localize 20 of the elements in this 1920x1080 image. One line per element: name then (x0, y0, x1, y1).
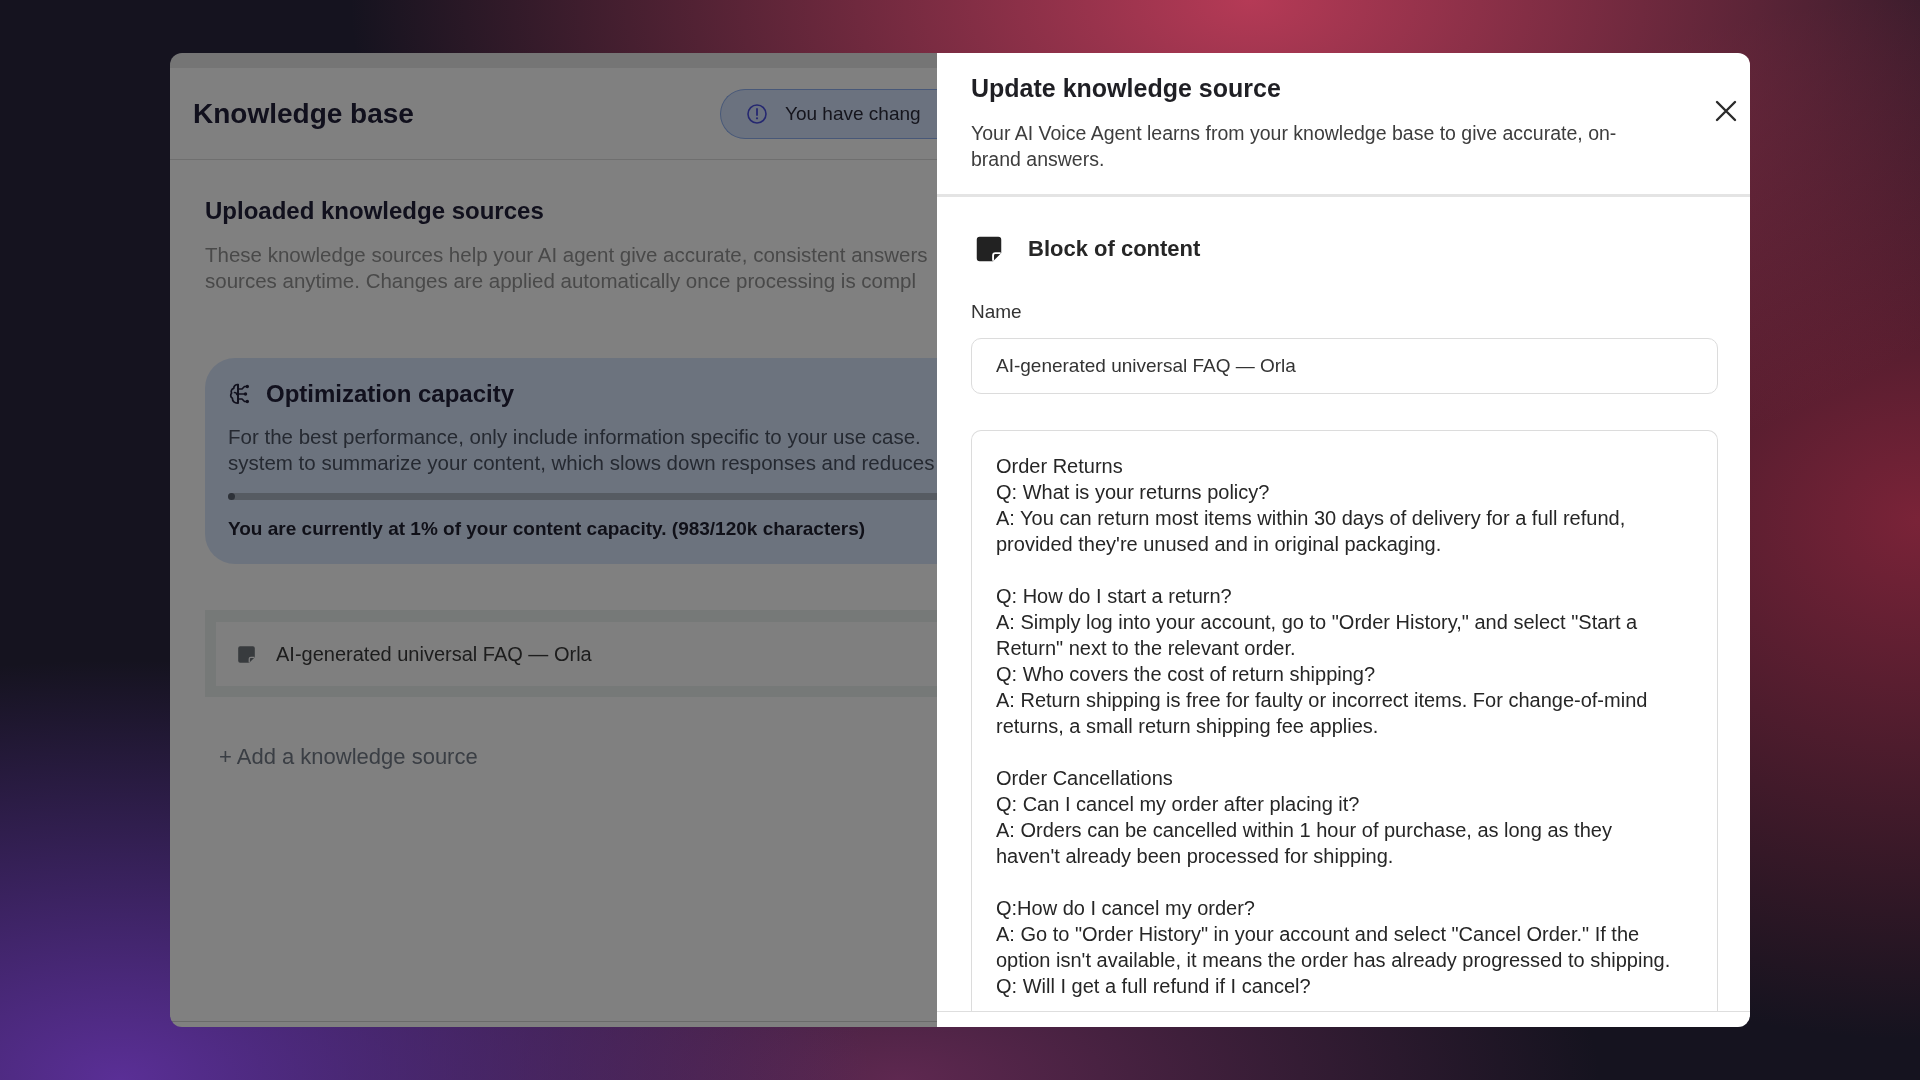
alert-icon (747, 103, 767, 124)
panel-title: Update knowledge source (971, 73, 1281, 103)
panel-description: Your AI Voice Agent learns from your knowledge base to give accurate, on-brand answers. (971, 121, 1618, 172)
notice-text: You have chang (785, 102, 921, 125)
source-type-label: Block of content (1028, 236, 1201, 262)
card-description: For the best performance, only include information specific to your use case. system to summarize your content, which slows down responses and reduces (228, 424, 935, 476)
capacity-status: You are currently at 1% of your content capacity. (983/120k characters) (228, 517, 866, 541)
name-input[interactable]: AI-generated universal FAQ — Orla (971, 338, 1718, 394)
note-icon (975, 235, 1003, 263)
source-name: AI-generated universal FAQ — Orla (276, 642, 592, 666)
name-label: Name (971, 300, 1022, 324)
page-title: Knowledge base (193, 97, 414, 130)
note-icon (237, 644, 256, 664)
close-button[interactable] (1713, 98, 1739, 124)
brain-icon (228, 382, 250, 406)
card-title: Optimization capacity (266, 379, 515, 409)
content-textarea[interactable]: Order Returns Q: What is your returns policy? A: You can return most items within 30 days of delivery for a full refund, provided they're unused and in original packaging. Q: How do I start a return? A: Simply log into your account, go to "Order History," and select "Start a Return" next to the relevant order. Q: Who covers the cost of return shipping? A: Return shipping is free for faulty or incorrect items. For change-of-mind returns, a small return shipping fee applies. Order Cancellations Q: Can I cancel my order after placing it? A: Orders can be cancelled within 1 hour of purchase, as long as they haven't already been processed for shipping. Q:How do I cancel my order? A: Go to "Order History" in your account and select "Cancel Order." If the option isn't available, it means the order has already progressed to shipping. Q: Will I get a full refund if I cancel? (971, 430, 1718, 1011)
source-item[interactable]: AI-generated universal FAQ — Orla (216, 622, 937, 686)
close-icon (1715, 100, 1737, 122)
section-title: Uploaded knowledge sources (205, 196, 544, 226)
